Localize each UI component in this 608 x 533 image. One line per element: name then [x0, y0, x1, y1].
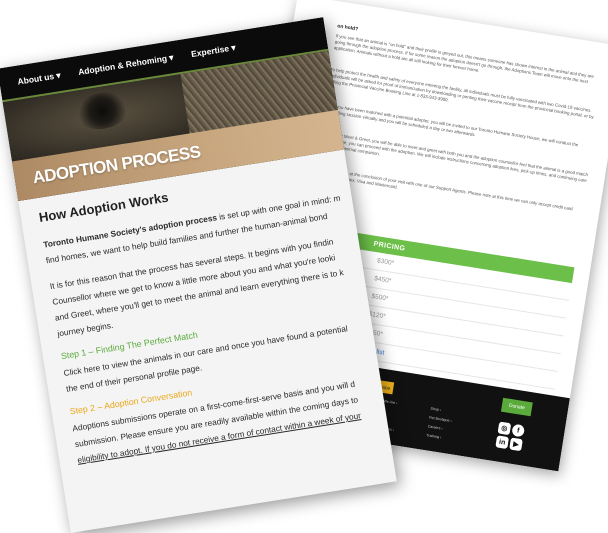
youtube-icon[interactable]: ▶ [509, 437, 523, 452]
facebook-icon[interactable]: f [511, 423, 526, 438]
donate-button[interactable]: Donate [500, 397, 533, 417]
linkedin-icon[interactable]: in [495, 435, 510, 450]
nav-item-expertise[interactable]: Expertise ▾ [190, 42, 236, 60]
social-icons: ◎ f in ▶ [495, 421, 529, 452]
nav-item-about-us[interactable]: About us ▾ [17, 69, 62, 87]
nav-item-adoption-rehoming[interactable]: Adoption & Rehoming ▾ [77, 52, 174, 78]
hero-animal-eye [72, 88, 132, 133]
faq-question: on hold? [336, 23, 359, 33]
instagram-icon[interactable]: ◎ [497, 421, 512, 436]
footer-links-col2: Shop › Pet Boutique › Careers › Training… [426, 405, 454, 444]
main-content: How Adoption Works Toronto Humane Societ… [38, 158, 397, 477]
process-text: journey begins. [56, 319, 114, 339]
